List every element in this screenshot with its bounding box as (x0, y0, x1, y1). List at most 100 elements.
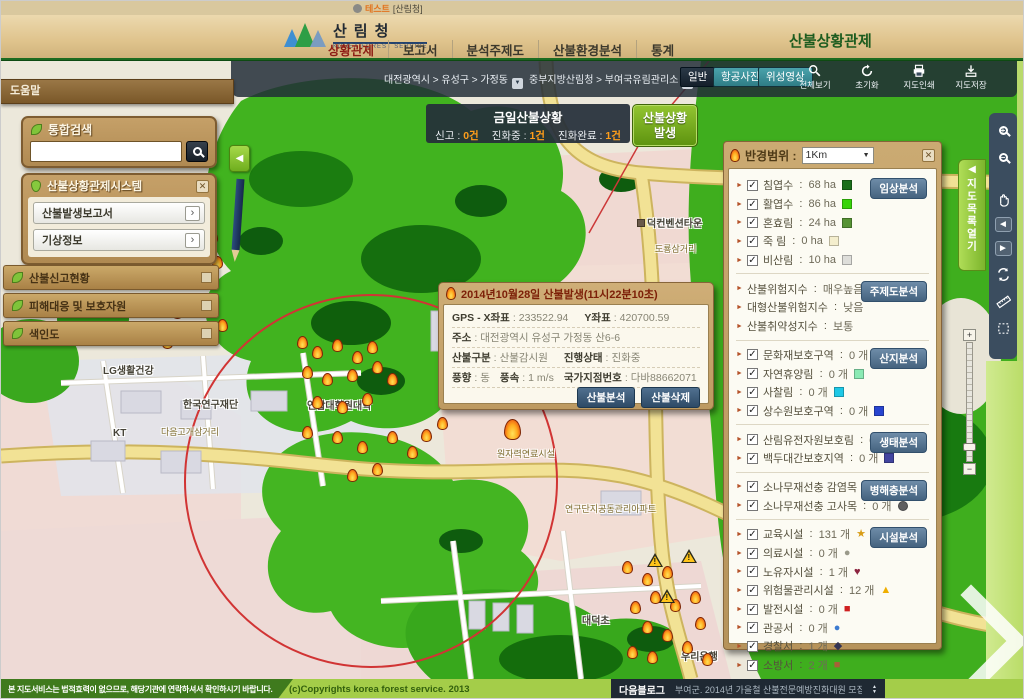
blog-label[interactable]: 다음블로그 (619, 682, 665, 697)
hazard-warning-icon[interactable]: ! (659, 589, 675, 603)
menu-weather-info[interactable]: 기상정보 › (33, 229, 205, 251)
item-checkbox[interactable]: ✓ (747, 604, 758, 615)
pan-hand-button[interactable] (993, 190, 1013, 208)
fire-marker-icon[interactable] (297, 336, 308, 349)
item-checkbox[interactable]: ✓ (747, 217, 758, 228)
fire-marker-icon[interactable] (630, 601, 641, 614)
search-button[interactable] (186, 141, 208, 162)
fire-marker-icon[interactable] (387, 431, 398, 444)
item-checkbox[interactable]: ✓ (747, 405, 758, 416)
fire-marker-icon[interactable] (372, 463, 383, 476)
fire-marker-icon[interactable] (421, 429, 432, 442)
item-checkbox[interactable]: ✓ (747, 180, 758, 191)
fire-marker-icon[interactable] (352, 351, 363, 364)
fire-marker-icon[interactable] (302, 366, 313, 379)
nav-report[interactable]: 보고서 (389, 40, 453, 59)
thememap-analysis-button[interactable]: 주제도분석 (861, 281, 927, 302)
item-checkbox[interactable]: ✓ (747, 453, 758, 464)
mountain-analysis-button[interactable]: 산지분석 (870, 348, 927, 369)
history-back-button[interactable]: ◄ (995, 217, 1012, 232)
fire-marker-icon[interactable] (362, 393, 373, 406)
map-save-button[interactable]: 지도저장 (947, 64, 995, 91)
zoom-in-button[interactable]: + (993, 121, 1013, 139)
fire-marker-icon[interactable] (647, 651, 658, 664)
hazard-warning-icon[interactable]: ! (681, 549, 697, 563)
fire-marker-icon[interactable] (332, 339, 343, 352)
item-checkbox[interactable]: ✓ (747, 548, 758, 559)
item-checkbox[interactable]: ✓ (747, 622, 758, 633)
item-checkbox[interactable]: ✓ (747, 500, 758, 511)
panel-fire-reports[interactable]: 산불신고현황 (3, 265, 219, 290)
reset-button[interactable]: 초기화 (843, 64, 891, 91)
nav-statistics[interactable]: 통계 (637, 40, 688, 59)
expand-box[interactable] (201, 300, 212, 311)
item-checkbox[interactable]: ✓ (747, 529, 758, 540)
history-forward-button[interactable]: ► (995, 241, 1012, 256)
fire-marker-icon[interactable] (312, 396, 323, 409)
nav-fire-env-analysis[interactable]: 산불환경분석 (539, 40, 637, 59)
nav-situation-control[interactable]: 상황관제 (314, 40, 389, 59)
ecology-analysis-button[interactable]: 생태분석 (870, 432, 927, 453)
item-checkbox[interactable]: ✓ (747, 434, 758, 445)
breadcrumb-office[interactable]: 중부지방산림청 > 부여국유림관리소▼ (529, 71, 693, 89)
item-checkbox[interactable]: ✓ (747, 199, 758, 210)
zoom-out-button[interactable]: − (993, 148, 1013, 166)
item-checkbox[interactable]: ✓ (747, 236, 758, 247)
map-print-button[interactable]: 지도인쇄 (895, 64, 943, 91)
search-input[interactable] (30, 141, 182, 162)
expand-box[interactable] (201, 328, 212, 339)
fire-analyze-button[interactable]: 산불분석 (577, 387, 636, 408)
expand-box[interactable] (201, 272, 212, 283)
fire-marker-icon[interactable] (662, 629, 673, 642)
fire-marker-icon[interactable] (322, 373, 333, 386)
fire-marker-icon[interactable] (682, 641, 693, 654)
menu-fire-report[interactable]: 산불발생보고서 › (33, 202, 205, 224)
map-canvas[interactable]: 덕컨벤션타운 도룡삼거리 LG생활건강 한국연구재단 KT 다음고개삼거리 연합… (1, 61, 1024, 679)
facility-analysis-button[interactable]: 시설분석 (870, 527, 927, 548)
fire-origin-icon[interactable] (504, 419, 521, 440)
help-tab[interactable]: 도움말 (1, 79, 234, 104)
view-mode-normal[interactable]: 일반 (680, 67, 715, 87)
fire-marker-icon[interactable] (387, 373, 398, 386)
fire-marker-icon[interactable] (642, 573, 653, 586)
close-icon[interactable]: ✕ (922, 149, 935, 162)
fire-marker-icon[interactable] (662, 566, 673, 579)
pest-analysis-button[interactable]: 병해충분석 (861, 480, 927, 501)
fire-marker-icon[interactable] (367, 341, 378, 354)
fire-alert-button[interactable]: 산불상황발생 (632, 104, 698, 147)
measure-distance-button[interactable] (993, 292, 1013, 310)
breadcrumb-region[interactable]: 대전광역시 > 유성구 > 가정동▼ (384, 71, 523, 89)
fire-marker-icon[interactable] (622, 561, 633, 574)
item-checkbox[interactable]: ✓ (747, 387, 758, 398)
zoom-slider-track[interactable] (966, 342, 973, 462)
zoom-slider-plus[interactable]: + (963, 329, 976, 341)
refresh-map-button[interactable] (993, 265, 1013, 283)
blog-ticker[interactable]: 부여군. 2014년 가을철 산불전문예방진화대원 모집... (675, 683, 862, 696)
fire-marker-icon[interactable] (332, 431, 343, 444)
fire-marker-icon[interactable] (372, 361, 383, 374)
zoom-slider-handle[interactable] (963, 443, 976, 451)
panel-index-map[interactable]: 색인도 (3, 321, 219, 346)
fire-marker-icon[interactable] (437, 417, 448, 430)
hazard-warning-icon[interactable]: ! (647, 553, 663, 567)
fire-marker-icon[interactable] (407, 446, 418, 459)
item-checkbox[interactable]: ✓ (747, 585, 758, 596)
sidebar-collapse-tab[interactable]: ◀ (229, 145, 250, 172)
measure-area-button[interactable] (993, 319, 1013, 337)
fire-marker-icon[interactable] (702, 653, 713, 666)
fire-marker-icon[interactable] (347, 469, 358, 482)
forest-analysis-button[interactable]: 임상분석 (870, 178, 927, 199)
item-checkbox[interactable]: ✓ (747, 641, 758, 652)
nav-analysis-thememap[interactable]: 분석주제도 (453, 40, 540, 59)
fire-marker-icon[interactable] (642, 621, 653, 634)
item-checkbox[interactable]: ✓ (747, 349, 758, 360)
item-checkbox[interactable]: ✓ (747, 566, 758, 577)
zoom-slider-minus[interactable]: − (963, 463, 976, 475)
fire-marker-icon[interactable] (357, 441, 368, 454)
fire-marker-icon[interactable] (627, 646, 638, 659)
radius-select[interactable]: 1Km▼ (802, 147, 874, 164)
fire-marker-icon[interactable] (695, 617, 706, 630)
fire-marker-icon[interactable] (690, 591, 701, 604)
fire-marker-icon[interactable] (312, 346, 323, 359)
ticker-arrows[interactable]: ▲▼ (872, 685, 877, 695)
